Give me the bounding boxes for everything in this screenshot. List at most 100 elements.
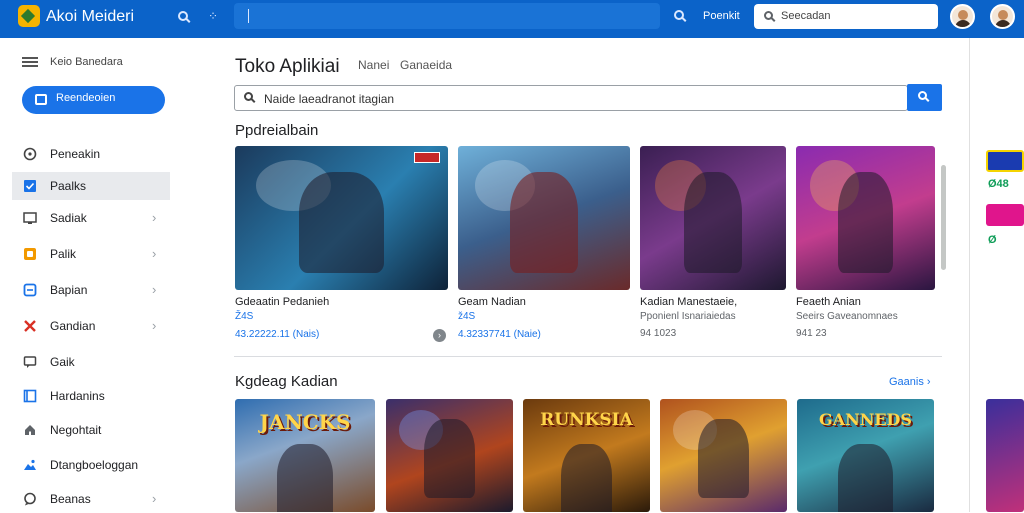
tab-1[interactable]: Nanei bbox=[358, 58, 389, 72]
image-icon bbox=[24, 459, 36, 470]
app-name[interactable]: Feaeth Anian bbox=[796, 296, 861, 308]
game-art-title: GANNEDS bbox=[819, 410, 912, 430]
sidebar-item-1[interactable]: Peneakin bbox=[12, 140, 170, 168]
app-thumbnail-row2-1[interactable]: JANCKS bbox=[235, 399, 375, 512]
sidebar-item-label: Bapian bbox=[50, 283, 88, 297]
app-thumbnail[interactable] bbox=[796, 146, 935, 290]
app-thumbnail[interactable] bbox=[640, 146, 786, 290]
app-name[interactable]: Kadian Manestaeie, bbox=[640, 296, 737, 308]
sidebar-item-label: Palik bbox=[50, 247, 77, 261]
sidebar-item-9[interactable]: Negohtait bbox=[12, 416, 170, 444]
app-title: Akoi Meideri bbox=[46, 8, 135, 25]
house-icon bbox=[25, 425, 35, 435]
side-promo-thumb-1[interactable] bbox=[986, 150, 1024, 172]
top-link[interactable]: Poenkit bbox=[703, 10, 740, 22]
sidebar-item-5[interactable]: Bapian › bbox=[12, 276, 170, 304]
section-title-new: Kgdeag Kadian bbox=[235, 373, 338, 390]
see-all-label: Gaanis bbox=[889, 376, 924, 388]
header-search-input[interactable]: Seecadan bbox=[754, 4, 938, 29]
sidebar-header[interactable]: Keio Banedara bbox=[22, 56, 123, 68]
chevron-right-icon: › bbox=[152, 282, 157, 297]
search-button[interactable] bbox=[907, 84, 942, 111]
section-title-featured: Ppdreialbain bbox=[235, 122, 319, 139]
vertical-scrollbar[interactable] bbox=[941, 165, 946, 270]
side-promo-label-1: Ø48 bbox=[988, 178, 1009, 190]
app-thumbnail-row2-5[interactable]: GANNEDS bbox=[797, 399, 934, 512]
app-meta: 94 1023 bbox=[640, 328, 677, 339]
chevron-right-icon: › bbox=[926, 376, 931, 388]
app-rating: ž4S bbox=[458, 311, 476, 322]
sidebar-item-2[interactable]: Paalks bbox=[12, 172, 170, 200]
grid-icon[interactable]: ⁘ bbox=[208, 9, 218, 23]
chevron-right-icon: › bbox=[152, 246, 157, 261]
sidebar-item-label: Sadiak bbox=[50, 211, 87, 225]
sidebar-item-label: Hardanins bbox=[50, 389, 105, 403]
sidebar-item-7[interactable]: Gaik bbox=[12, 348, 170, 376]
global-search-input[interactable] bbox=[234, 3, 660, 29]
sidebar-item-4[interactable]: Palik › bbox=[12, 240, 170, 268]
info-icon[interactable]: › bbox=[433, 329, 446, 342]
search-icon bbox=[244, 92, 253, 101]
sidebar-item-11[interactable]: Beanas › bbox=[12, 485, 170, 513]
sidebar-item-label: Peneakin bbox=[50, 147, 101, 161]
app-name[interactable]: Geam Nadian bbox=[458, 296, 526, 308]
app-thumbnail-row2-3[interactable]: RUNKSIA bbox=[523, 399, 650, 512]
page-title: Toko Aplikiai bbox=[235, 56, 340, 77]
sidebar-item-10[interactable]: Dtangboeloggan bbox=[12, 451, 170, 479]
section-divider bbox=[234, 356, 942, 357]
side-promo-thumb-3[interactable] bbox=[986, 399, 1024, 512]
header-search-placeholder: Seecadan bbox=[781, 10, 831, 22]
game-art-title: JANCKS bbox=[259, 410, 351, 435]
chevron-right-icon: › bbox=[152, 210, 157, 225]
app-thumbnail-row2-4[interactable] bbox=[660, 399, 787, 512]
app-meta: 4.32337741 (Naie) bbox=[458, 329, 541, 340]
sidebar-item-label: Paalks bbox=[50, 179, 87, 193]
chevron-right-icon: › bbox=[152, 491, 157, 506]
swords-icon bbox=[24, 320, 36, 332]
tab-2[interactable]: Ganaeida bbox=[400, 58, 452, 72]
app-developer: Pponienl Isnariaiedas bbox=[640, 311, 736, 322]
avatar[interactable] bbox=[950, 4, 975, 29]
app-thumbnail-row2-2[interactable] bbox=[386, 399, 513, 512]
store-search-value: Naide laeadranot itagian bbox=[264, 92, 395, 106]
side-promo-thumb-2[interactable] bbox=[986, 204, 1024, 226]
see-all-link[interactable]: Gaanis › bbox=[889, 376, 931, 388]
monitor-icon bbox=[23, 212, 37, 224]
menu-icon bbox=[22, 57, 38, 67]
sidebar-item-8[interactable]: Hardanins bbox=[12, 382, 170, 410]
search-icon bbox=[918, 91, 927, 100]
app-thumbnail[interactable] bbox=[235, 146, 448, 290]
sidebar-item-label: Dtangboeloggan bbox=[50, 458, 139, 472]
sidebar-item-label: Gandian bbox=[50, 319, 96, 333]
primary-action-button[interactable]: Reendeoien bbox=[22, 86, 165, 114]
search-icon-secondary[interactable] bbox=[674, 8, 684, 23]
sidebar-item-label: Beanas bbox=[50, 492, 91, 506]
book-icon bbox=[23, 389, 37, 403]
chat-bubble-icon bbox=[24, 492, 36, 506]
right-panel-divider bbox=[969, 38, 970, 512]
side-promo-label-2: Ø bbox=[988, 234, 997, 246]
app-developer: Seeirs Gaveanomnaes bbox=[796, 311, 898, 322]
app-name[interactable]: Gdeaatin Pedanieh bbox=[235, 296, 329, 308]
chat-icon bbox=[23, 356, 37, 368]
top-app-bar: Akoi Meideri ⁘ Poenkit Seecadan bbox=[0, 0, 1024, 38]
profile-avatar[interactable] bbox=[990, 4, 1015, 29]
sidebar: Keio Banedara Reendeoien Peneakin Paalks… bbox=[0, 38, 184, 512]
chevron-right-icon: › bbox=[152, 318, 157, 333]
app-meta: 941 23 bbox=[796, 328, 827, 339]
sidebar-header-label: Keio Banedara bbox=[50, 56, 123, 68]
search-icon bbox=[764, 11, 773, 20]
sidebar-item-3[interactable]: Sadiak › bbox=[12, 204, 170, 232]
app-box-icon bbox=[35, 94, 47, 105]
primary-action-label: Reendeoien bbox=[56, 92, 116, 104]
box-icon bbox=[23, 283, 37, 297]
sidebar-item-label: Gaik bbox=[50, 355, 75, 369]
checkbox-icon bbox=[24, 180, 36, 192]
badge-icon bbox=[414, 152, 440, 163]
app-thumbnail[interactable] bbox=[458, 146, 630, 290]
app-meta: 43.22222.11 (Nais) bbox=[235, 329, 320, 340]
app-logo-icon[interactable] bbox=[18, 5, 40, 27]
search-icon[interactable] bbox=[178, 9, 188, 24]
sidebar-item-6[interactable]: Gandian › bbox=[12, 312, 170, 340]
store-search-input[interactable]: Naide laeadranot itagian bbox=[234, 85, 908, 111]
